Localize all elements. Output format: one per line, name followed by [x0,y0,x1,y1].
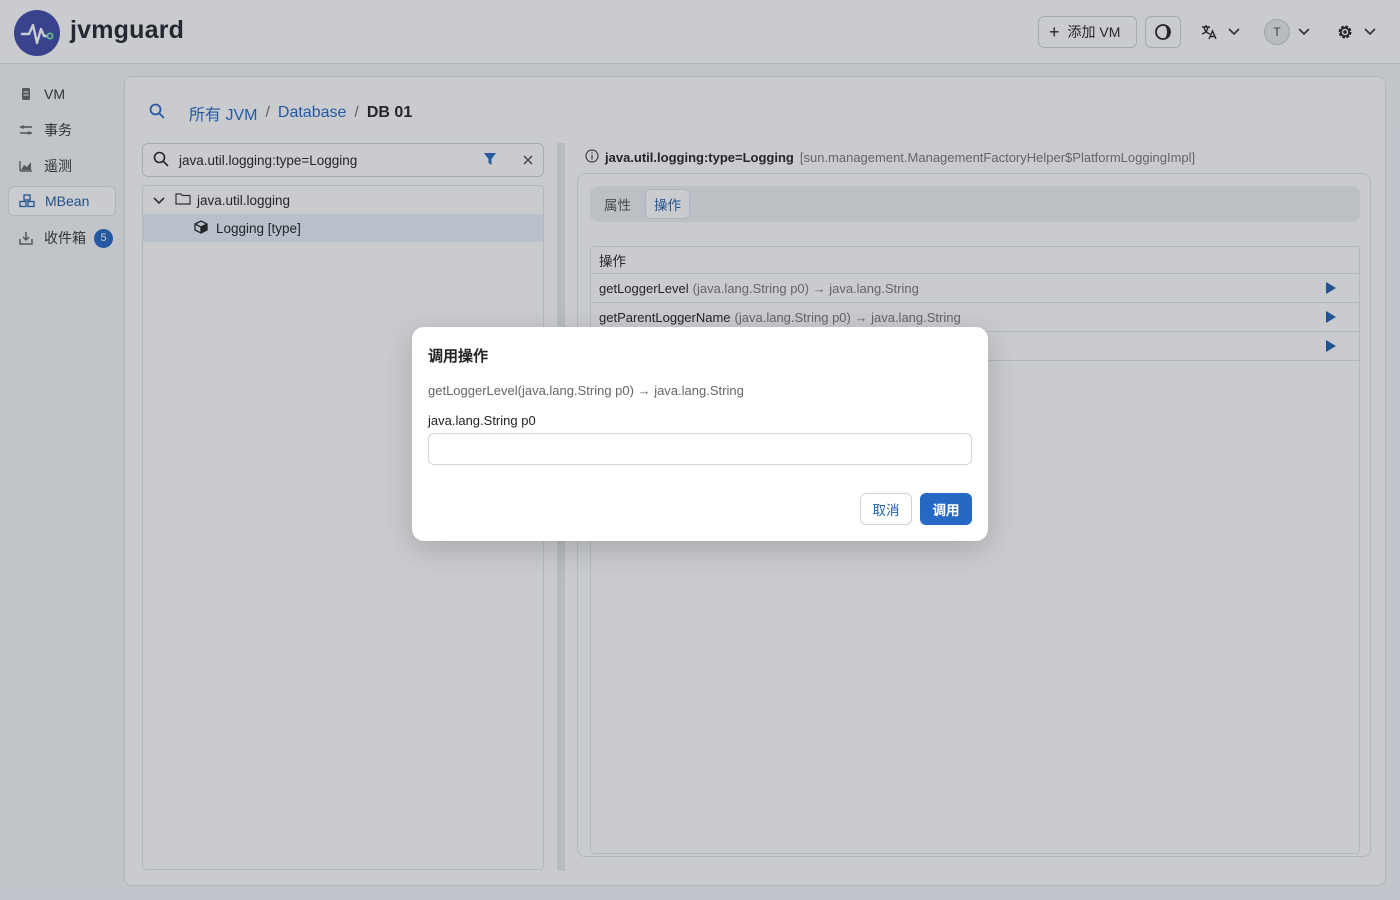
param-label: java.lang.String p0 [428,413,536,428]
dialog-title: 调用操作 [428,348,489,365]
cancel-button[interactable]: 取消 [860,493,912,525]
dialog-signature: getLoggerLevel(java.lang.String p0) → ja… [428,383,744,398]
invoke-operation-dialog: 调用操作 getLoggerLevel(java.lang.String p0)… [412,327,988,541]
param-input[interactable] [428,433,972,465]
invoke-button[interactable]: 调用 [920,493,972,525]
